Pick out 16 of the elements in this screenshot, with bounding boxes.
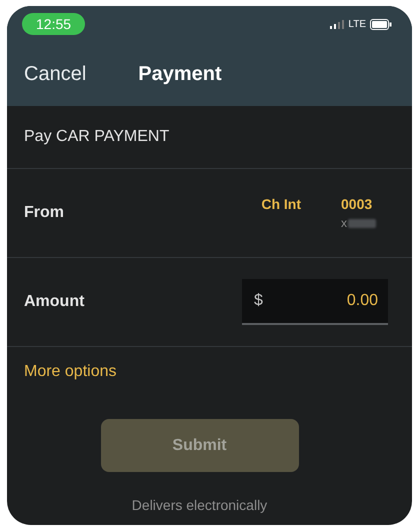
status-time: 12:55 [22,13,86,35]
blurred-digits-icon [348,218,376,228]
from-label: From [24,204,64,222]
delivery-note: Delivers electronically [132,497,268,513]
more-options-link[interactable]: More options [24,363,116,381]
payee-label: Pay CAR PAYMENT [24,128,170,146]
amount-label: Amount [24,293,84,311]
account-number[interactable]: 0003 [341,196,376,212]
signal-icon [330,20,344,28]
network-label: LTE [348,18,366,30]
account-name[interactable]: Ch Int [261,196,301,212]
cancel-button[interactable]: Cancel [24,62,86,86]
battery-icon [370,18,392,30]
screen-title: Payment [138,62,222,86]
amount-field[interactable]: $ 0.00 [242,279,388,325]
masked-prefix: x [341,216,347,230]
